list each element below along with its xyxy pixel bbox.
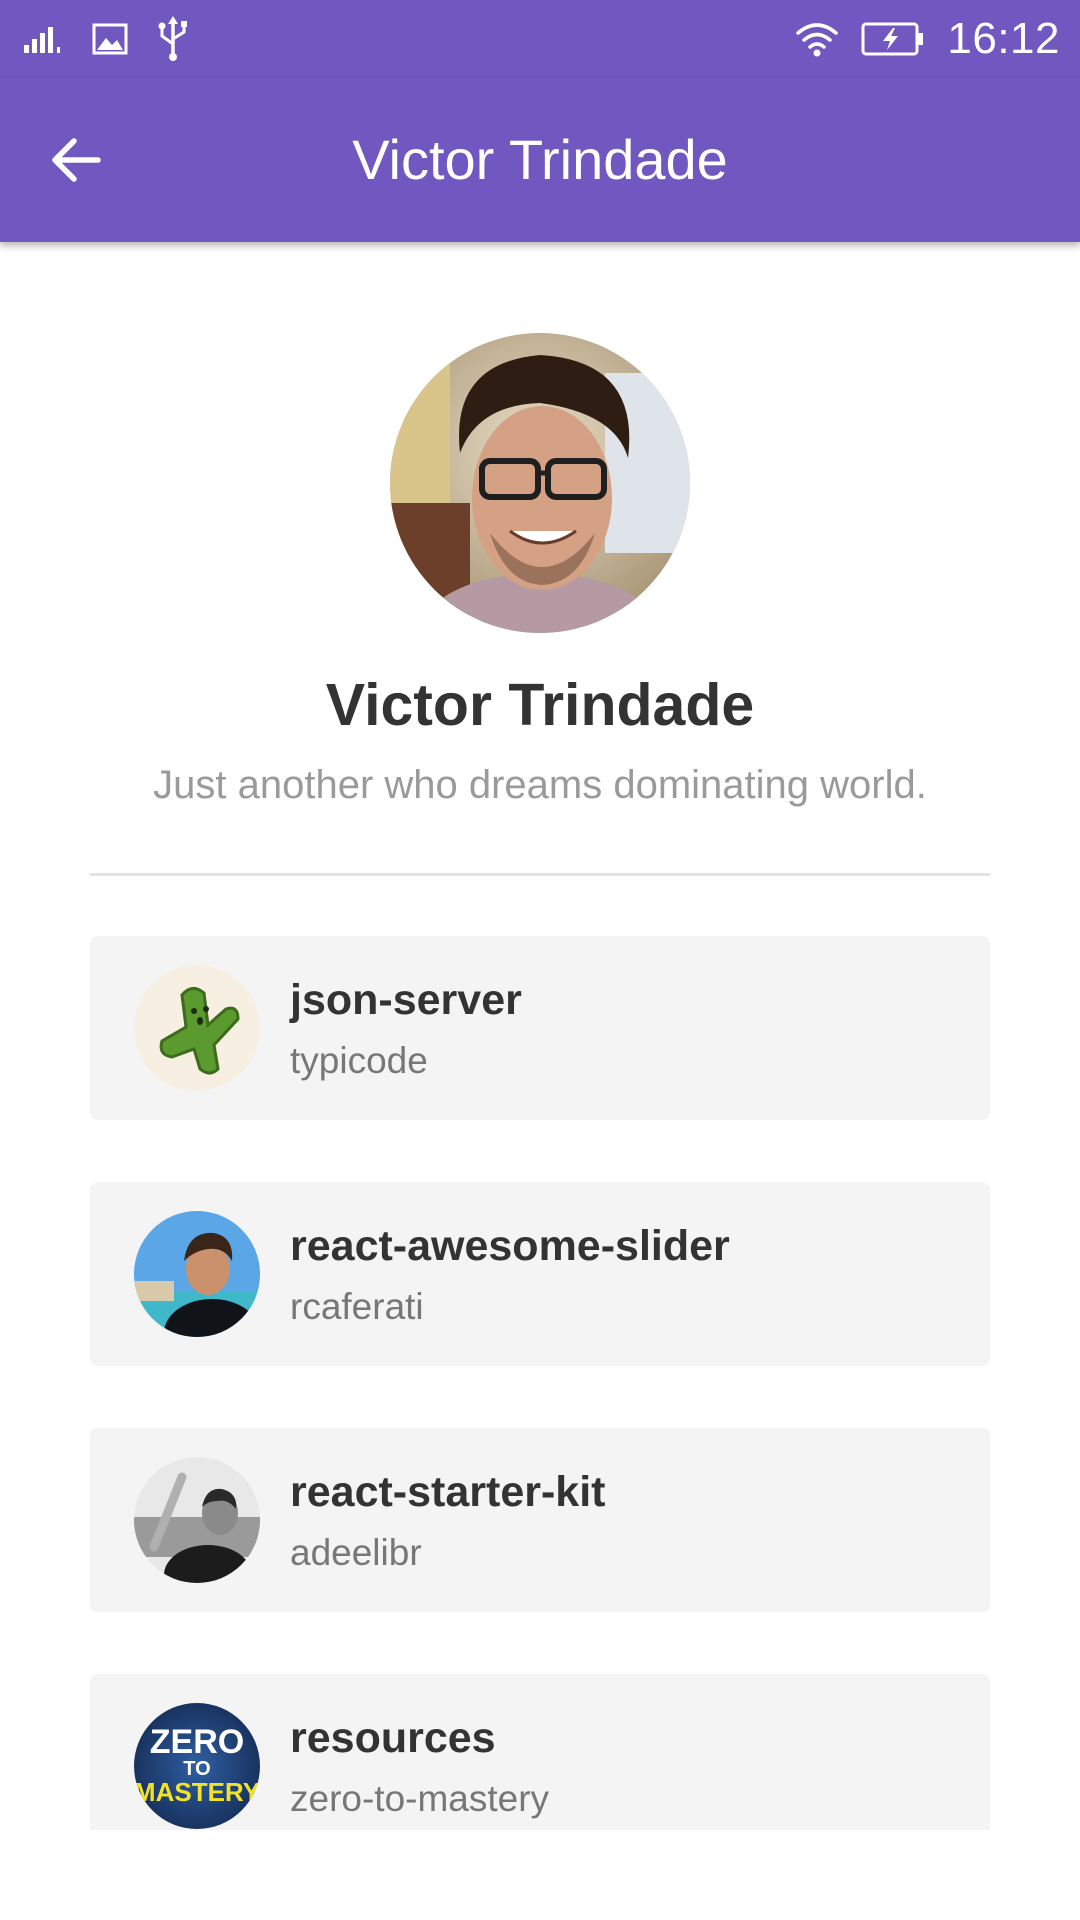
repo-list: json-server typicode react-awesome-slide… xyxy=(90,936,990,1830)
repo-owner: zero-to-mastery xyxy=(290,1778,550,1819)
cactus-avatar xyxy=(134,965,260,1091)
repo-name: react-awesome-slider xyxy=(290,1222,730,1270)
repo-owner: typicode xyxy=(290,1040,428,1081)
image-notification-icon xyxy=(92,23,128,55)
status-bar: 16:12 xyxy=(0,0,1080,78)
repo-name: json-server xyxy=(290,976,522,1024)
person-avatar xyxy=(134,1457,260,1583)
repo-name: react-starter-kit xyxy=(290,1468,606,1516)
battery-charging-icon xyxy=(861,22,925,56)
app-bar-title: Victor Trindade xyxy=(352,128,728,191)
divider xyxy=(90,873,990,876)
person-avatar xyxy=(134,1211,260,1337)
status-time: 16:12 xyxy=(947,14,1060,63)
profile-bio: Just another who dreams dominating world… xyxy=(153,763,927,807)
zero-to-mastery-logo: ZERO TO MASTERY xyxy=(134,1703,260,1829)
usb-icon xyxy=(156,16,190,62)
repo-card-react-starter-kit[interactable]: react-starter-kit adeelibr xyxy=(90,1428,990,1612)
repo-owner: adeelibr xyxy=(290,1532,422,1573)
repo-name: resources xyxy=(290,1714,496,1762)
repo-owner: rcaferati xyxy=(290,1286,424,1327)
status-bar-right: 16:12 xyxy=(795,10,1060,68)
profile-name: Victor Trindade xyxy=(325,672,755,738)
app-bar: Victor Trindade xyxy=(0,78,1080,242)
repo-card-react-awesome-slider[interactable]: react-awesome-slider rcaferati xyxy=(90,1182,990,1366)
signal-icon xyxy=(24,25,64,53)
logo-text-mastery: MASTERY xyxy=(134,1777,260,1807)
logo-text-zero: ZERO xyxy=(150,1723,244,1761)
status-bar-left xyxy=(24,14,190,64)
repo-card-json-server[interactable]: json-server typicode xyxy=(90,936,990,1120)
profile-avatar xyxy=(390,333,690,633)
wifi-icon xyxy=(795,21,839,57)
screen: 16:12 Victor Trindade Victor Trindade Ju… xyxy=(0,0,1080,1920)
repo-card-resources[interactable]: ZERO TO MASTERY resources zero-to-master… xyxy=(90,1674,990,1830)
